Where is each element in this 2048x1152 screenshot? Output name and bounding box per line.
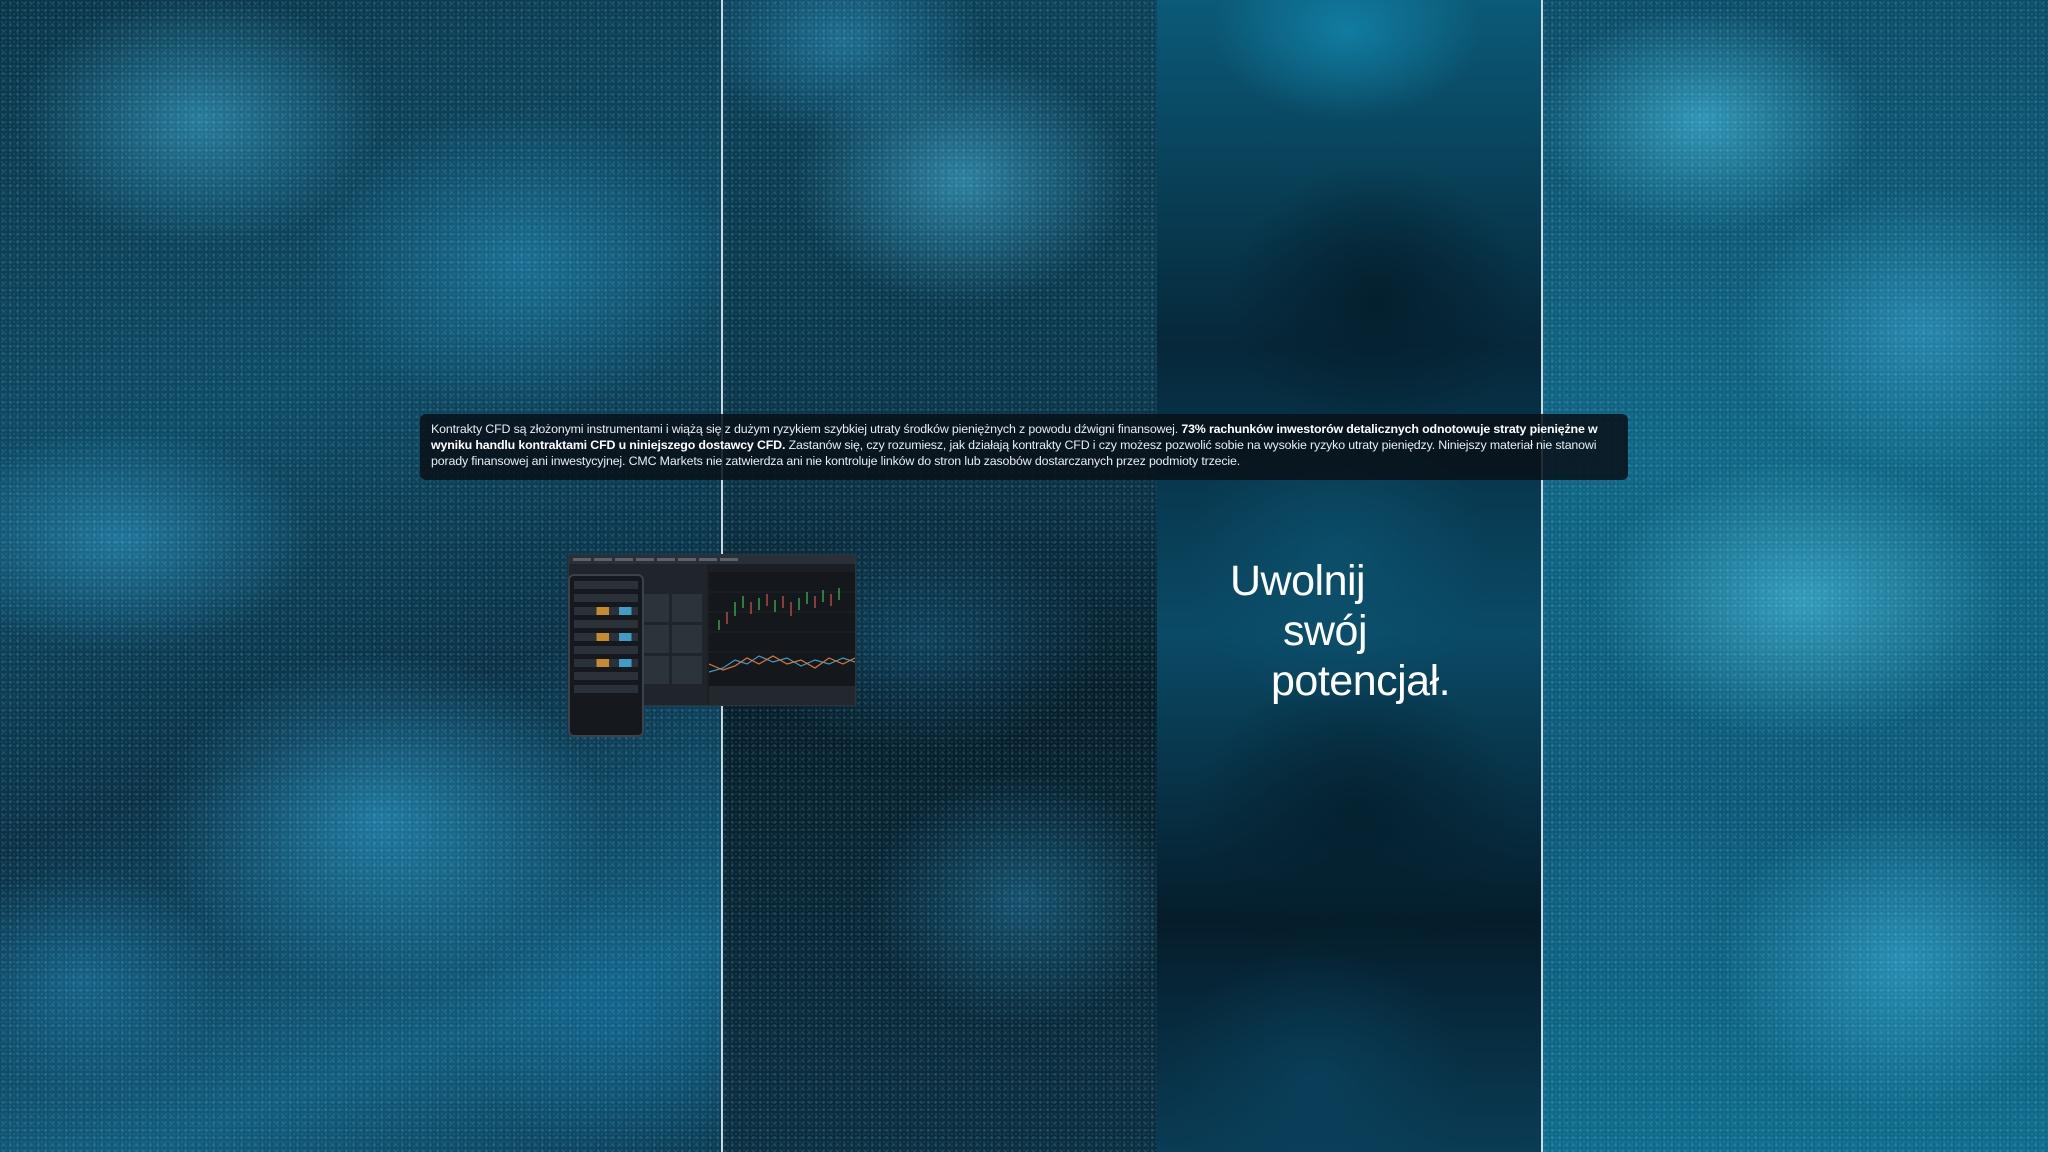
platform-toolbar <box>569 555 855 564</box>
panel-divider-2 <box>1541 0 1543 1152</box>
risk-disclaimer: Kontrakty CFD są złożonymi instrumentami… <box>420 414 1628 480</box>
hero-headline: Uwolnij swój potencjał. <box>1230 556 1451 706</box>
chart-graphic <box>708 588 855 673</box>
platform-tiles <box>639 594 702 684</box>
background-panel-4 <box>1542 0 2048 1152</box>
hero-section: Kontrakty CFD są złożonymi instrumentami… <box>0 0 2048 1152</box>
headline-line-1: Uwolnij <box>1230 557 1366 605</box>
mobile-app-screenshot <box>568 574 644 737</box>
platform-watchlist <box>709 686 855 705</box>
platform-price-chart <box>708 572 855 686</box>
disclaimer-text: Kontrakty CFD są złożonymi instrumentami… <box>431 422 1182 436</box>
headline-line-2: swój <box>1283 607 1368 655</box>
trading-platform-mockup <box>568 554 856 737</box>
headline-line-3: potencjał. <box>1271 657 1451 705</box>
